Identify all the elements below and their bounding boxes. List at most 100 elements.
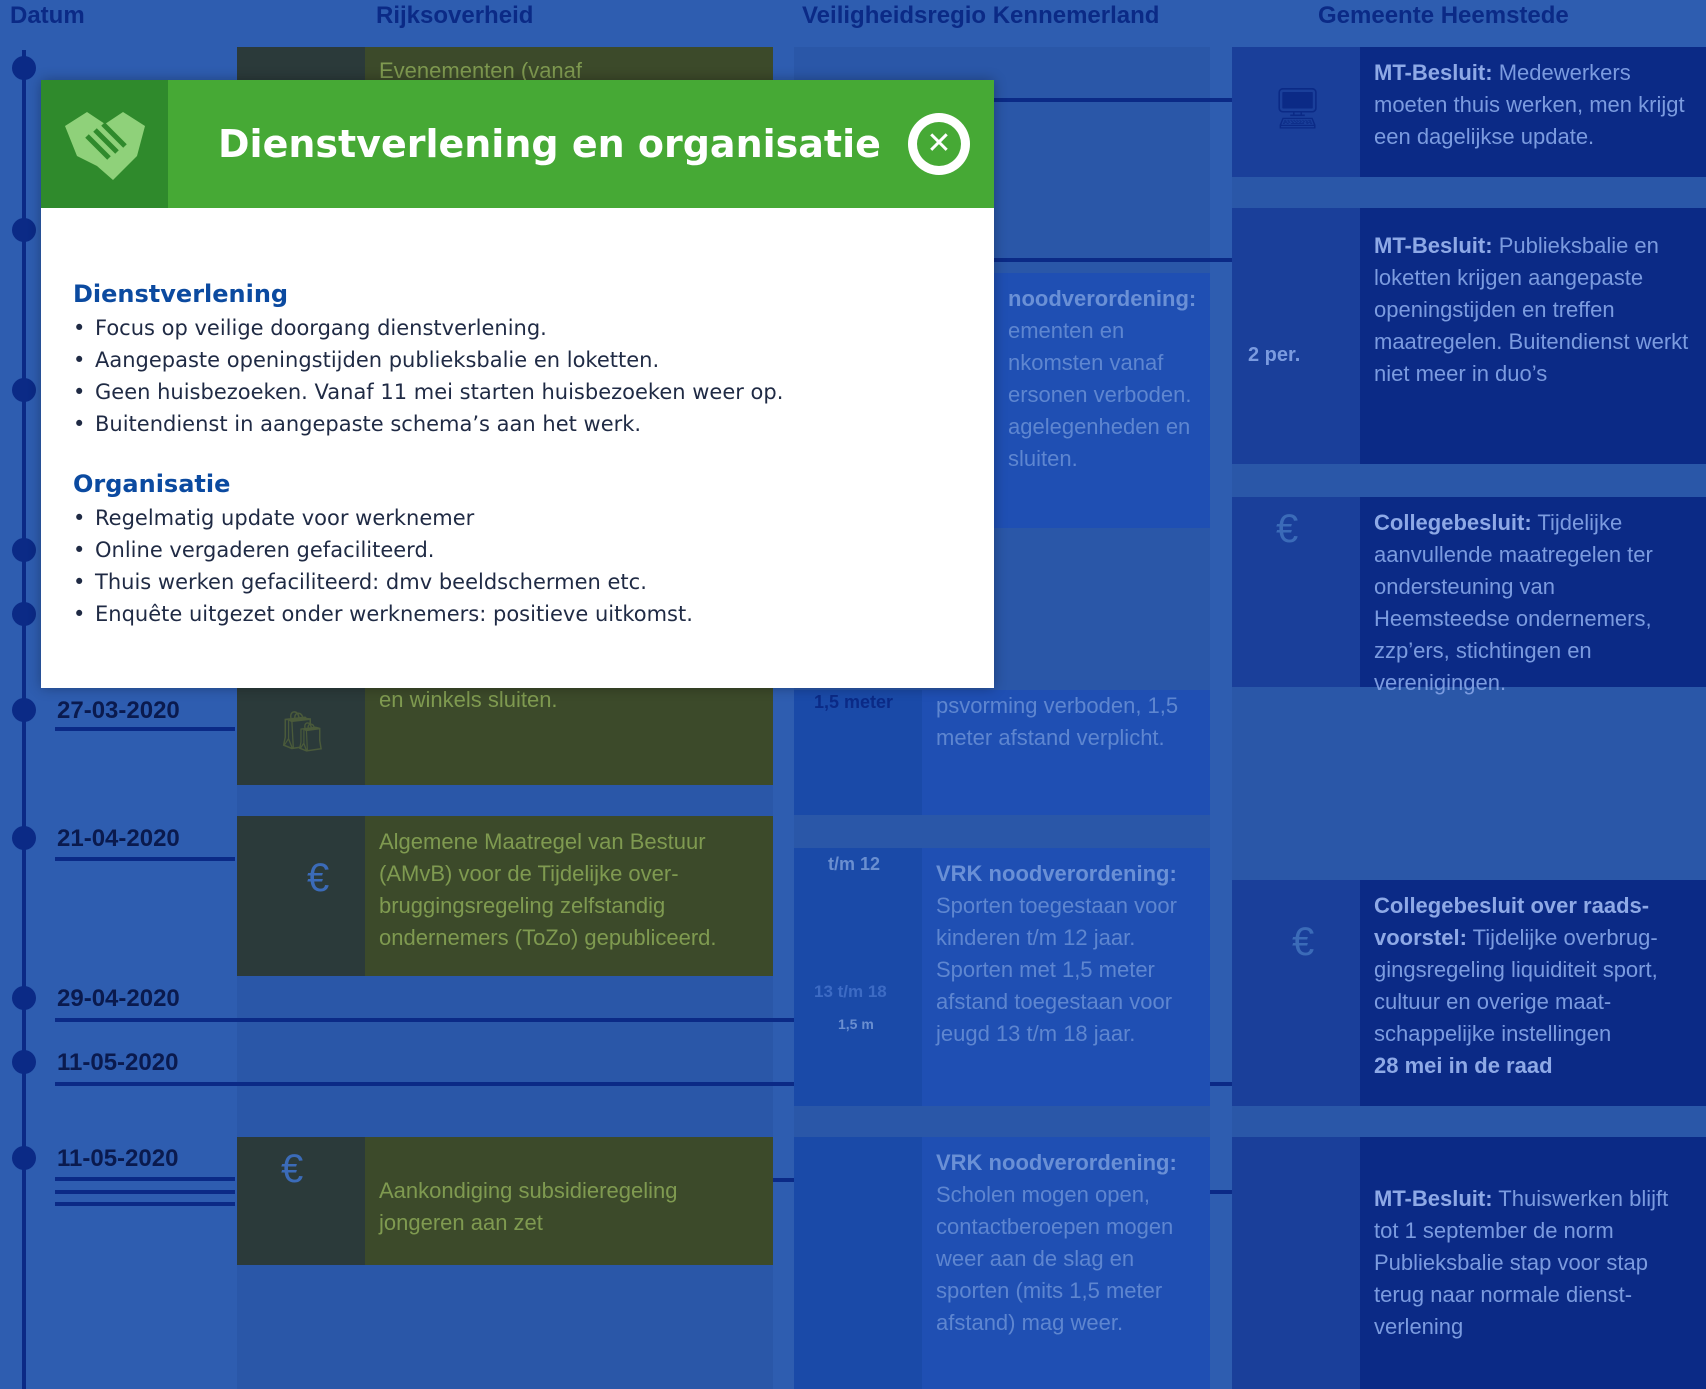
- vrk-card-text: VRK noodverordening: Scholen mogen open, …: [922, 1137, 1210, 1389]
- list-item: Thuis werken gefaciliteerd: dmv beeldsch…: [73, 566, 962, 598]
- euro-people-icon: €: [1232, 497, 1360, 687]
- distance-icon: 1,5 meter: [794, 690, 922, 815]
- timeline-dot[interactable]: [12, 602, 36, 626]
- handshake-icon: [41, 80, 168, 208]
- connector-line: [773, 1178, 795, 1182]
- culture-sport-icon: €: [1232, 880, 1360, 1106]
- vrk-card-text: VRK noodverordening: Sporten toegestaan v…: [922, 848, 1210, 1106]
- age-label: t/m 12: [828, 854, 881, 874]
- connector-line: [1210, 1190, 1234, 1194]
- info-modal: Dienstverlening en organisatie ✕ Dienstv…: [41, 80, 994, 688]
- age-label: 13 t/m 18: [814, 982, 887, 1001]
- vrk-card-3[interactable]: t/m 12 13 t/m 18 1,5 m VRK noodverordeni…: [794, 848, 1210, 1106]
- gem-card-text: MT-Besluit: Thuiswerken blijft tot 1 sep…: [1360, 1137, 1706, 1389]
- timeline-dot[interactable]: [12, 538, 36, 562]
- shop-closed-icon: 🛍: [237, 680, 365, 785]
- vrk-card-text: psvorming verboden, 1,5 meter afstand ve…: [936, 693, 1179, 750]
- date-underline: [55, 857, 235, 861]
- connector-line: [994, 258, 1234, 262]
- gem-card-title: Collegebesluit:: [1374, 510, 1532, 535]
- gem-card-text: MT-Besluit: Medewerkers moeten thuis wer…: [1360, 47, 1706, 177]
- column-header-gemeente: Gemeente Heemstede: [1318, 2, 1569, 29]
- counter-clock-icon: 2 per.: [1232, 208, 1360, 464]
- list-item: Focus op veilige doorgang dienstverlenin…: [73, 312, 962, 344]
- youth-euro-icon: €: [237, 1137, 365, 1265]
- section-heading: Organisatie: [73, 470, 231, 498]
- gem-card-title: MT-Besluit:: [1374, 233, 1493, 258]
- column-header-veiligheidsregio: Veiligheidsregio Kennemerland: [802, 2, 1160, 29]
- timeline-dot[interactable]: [12, 56, 36, 80]
- connector-line: [994, 98, 1234, 102]
- rijk-card-text: Aankondiging subsidieregeling jongeren a…: [379, 1178, 678, 1235]
- vrk-card-body: Sporten toegestaan voor kinderen t/m 12 …: [936, 893, 1177, 1046]
- gem-card-1[interactable]: 🖥 MT-Besluit: Medewerkers moeten thuis w…: [1232, 47, 1706, 177]
- list-item: Aangepaste openingstijden publieksbalie …: [73, 344, 962, 376]
- vrk-card-text: noodverordening: ementen en nkomsten vana…: [994, 273, 1210, 528]
- home-work-icon: 🖥: [1232, 47, 1360, 177]
- list-item: Buitendienst in aangepaste schema’s aan …: [73, 408, 962, 440]
- vrk-card-body: ementen en nkomsten vanaf ersonen verbod…: [1008, 318, 1192, 471]
- timeline-dot[interactable]: [12, 826, 36, 850]
- date-underline: [55, 1177, 235, 1181]
- gem-card-title: MT-Besluit:: [1374, 1186, 1493, 1211]
- date-label: 11-05-2020: [57, 1145, 179, 1172]
- gem-card-3[interactable]: € Collegebesluit: Tijdelijke aanvullende…: [1232, 497, 1706, 695]
- date-underline: [55, 1190, 235, 1194]
- timeline-dot[interactable]: [12, 218, 36, 242]
- list-item: Geen huisbezoeken. Vanaf 11 mei starten …: [73, 376, 962, 408]
- gem-card-highlight: 28 mei in de raad: [1374, 1053, 1553, 1078]
- vrk-card-2[interactable]: 1,5 meter psvorming verboden, 1,5 meter …: [794, 690, 1210, 815]
- date-label: 11-05-2020: [57, 1049, 179, 1076]
- hand-euro-icon: €: [237, 816, 365, 976]
- timeline-dot[interactable]: [12, 1146, 36, 1170]
- vrk-card-title: VRK noodverordening:: [936, 861, 1177, 886]
- vrk-card-title: VRK noodverordening:: [936, 1150, 1177, 1175]
- connector-line: [55, 1018, 795, 1022]
- bullet-list: Regelmatig update voor werknemer Online …: [73, 502, 962, 630]
- rijk-card-text: en winkels sluiten.: [379, 687, 558, 712]
- date-label: 27-03-2020: [57, 697, 180, 724]
- modal-body: Dienstverlening Focus op veilige doorgan…: [41, 208, 994, 630]
- vrk-card-1[interactable]: noodverordening: ementen en nkomsten vana…: [994, 273, 1210, 528]
- vrk-card-4[interactable]: VRK noodverordening: Scholen mogen open, …: [794, 1137, 1210, 1389]
- list-item: Online vergaderen gefaciliteerd.: [73, 534, 962, 566]
- modal-title: Dienstverlening en organisatie: [218, 122, 881, 166]
- home-work-icon: [1232, 1137, 1360, 1389]
- school-icon: [794, 1137, 922, 1389]
- gem-card-text: Collegebesluit: Tijdelijke aanvullende m…: [1360, 497, 1706, 695]
- gem-card-text: MT-Besluit: Publieksbalie en loketten kr…: [1360, 208, 1706, 464]
- gem-card-2[interactable]: 2 per. MT-Besluit: Publieksbalie en loke…: [1232, 208, 1706, 464]
- timeline-dot[interactable]: [12, 698, 36, 722]
- section-heading: Dienstverlening: [73, 280, 289, 308]
- gem-card-4[interactable]: € Collegebesluit over raads-voorstel: Ti…: [1232, 880, 1706, 1106]
- rijk-card-1[interactable]: 🛍 en winkels sluiten.: [237, 680, 773, 785]
- gem-card-5[interactable]: MT-Besluit: Thuiswerken blijft tot 1 sep…: [1232, 1137, 1706, 1389]
- timeline-dot[interactable]: [12, 378, 36, 402]
- timeline-dot[interactable]: [12, 986, 36, 1010]
- column-header-datum: Datum: [10, 2, 85, 29]
- rijk-card-text: Algemene Maatregel van Bestuur (AMvB) vo…: [379, 829, 717, 950]
- close-button[interactable]: ✕: [908, 113, 970, 175]
- timeline-dot[interactable]: [12, 1050, 36, 1074]
- per-label: 2 per.: [1248, 344, 1301, 366]
- gem-card-body: Tijdelijke aanvullende maatregelen ter o…: [1374, 510, 1653, 695]
- close-icon[interactable]: ✕: [917, 122, 961, 166]
- gem-card-text: Collegebesluit over raads-voorstel: Tijd…: [1360, 880, 1706, 1106]
- rijk-card-3[interactable]: € Aankondiging subsidieregeling jongeren…: [237, 1137, 773, 1265]
- date-underline: [55, 1202, 235, 1206]
- list-item: Enquête uitgezet onder werknemers: posit…: [73, 598, 962, 630]
- rijk-card-2[interactable]: € Algemene Maatregel van Bestuur (AMvB) …: [237, 816, 773, 976]
- sport-children-icon: t/m 12 13 t/m 18 1,5 m: [794, 848, 922, 1106]
- date-label: 21-04-2020: [57, 825, 180, 852]
- list-item: Regelmatig update voor werknemer: [73, 502, 962, 534]
- modal-header: Dienstverlening en organisatie ✕: [41, 80, 994, 208]
- distance-label: 1,5 m: [838, 1016, 874, 1032]
- date-label: 29-04-2020: [57, 985, 180, 1012]
- date-underline: [55, 727, 235, 731]
- vrk-card-title: noodverordening:: [1008, 286, 1197, 311]
- vrk-card-body: Scholen mogen open, contactberoepen moge…: [936, 1182, 1174, 1335]
- bullet-list: Focus op veilige doorgang dienstverlenin…: [73, 312, 962, 440]
- gem-card-title: MT-Besluit:: [1374, 60, 1493, 85]
- distance-label: 1,5 meter: [814, 692, 894, 712]
- column-header-rijksoverheid: Rijksoverheid: [376, 2, 534, 29]
